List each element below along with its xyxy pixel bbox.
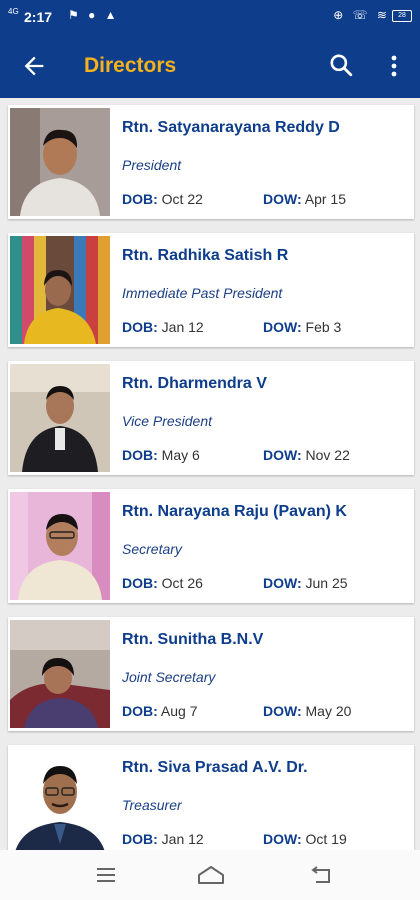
- dob-label: DOB:: [122, 831, 158, 847]
- dob-value: Oct 26: [161, 575, 203, 591]
- director-photo: [10, 492, 110, 600]
- dow-field: DOW: Jun 25: [263, 575, 348, 591]
- dob-label: DOB:: [122, 191, 158, 207]
- dob-value: Oct 22: [161, 191, 203, 207]
- director-card[interactable]: Rtn. Siva Prasad A.V. Dr. Treasurer DOB:…: [8, 745, 414, 850]
- director-card[interactable]: Rtn. Narayana Raju (Pavan) K Secretary D…: [8, 489, 414, 603]
- director-card[interactable]: Rtn. Radhika Satish R Immediate Past Pre…: [8, 233, 414, 347]
- dow-label: DOW:: [263, 191, 302, 207]
- dow-label: DOW:: [263, 575, 302, 591]
- status-bar: 4G 2:17 ⚑ ● ▲ ⊕ ☏ ≋ 28: [0, 0, 420, 34]
- dow-value: Oct 19: [305, 831, 347, 847]
- director-name: Rtn. Dharmendra V: [122, 375, 267, 392]
- dob-field: DOB: Oct 22: [122, 191, 203, 207]
- dow-field: DOW: Feb 3: [263, 319, 341, 335]
- battery-icon: 28: [392, 10, 412, 22]
- dow-label: DOW:: [263, 831, 302, 847]
- dow-value: May 20: [305, 703, 352, 719]
- director-photo: [10, 748, 110, 850]
- dow-label: DOW:: [263, 703, 302, 719]
- dob-value: May 6: [161, 447, 200, 463]
- page-title: Directors: [84, 54, 177, 77]
- dob-field: DOB: Jan 12: [122, 831, 204, 847]
- director-name: Rtn. Satyanarayana Reddy D: [122, 119, 340, 136]
- director-card[interactable]: Rtn. Satyanarayana Reddy D President DOB…: [8, 105, 414, 219]
- director-photo: [10, 364, 110, 472]
- director-role: Vice President: [122, 413, 213, 429]
- director-name: Rtn. Radhika Satish R: [122, 247, 289, 264]
- system-nav-bar: [0, 850, 420, 900]
- dow-field: DOW: Apr 15: [263, 191, 346, 207]
- dob-value: Jan 12: [161, 319, 204, 335]
- director-card[interactable]: Rtn. Dharmendra V Vice President DOB: Ma…: [8, 361, 414, 475]
- dob-field: DOB: May 6: [122, 447, 200, 463]
- dow-label: DOW:: [263, 447, 302, 463]
- more-vert-icon[interactable]: [384, 52, 404, 80]
- director-photo: [10, 620, 110, 728]
- director-role: Treasurer: [122, 797, 182, 813]
- home-icon[interactable]: [196, 864, 226, 886]
- app-bar: Directors: [0, 34, 420, 98]
- dow-field: DOW: Nov 22: [263, 447, 350, 463]
- dob-label: DOB:: [122, 319, 158, 335]
- director-role: President: [122, 157, 182, 173]
- director-card[interactable]: Rtn. Sunitha B.N.V Joint Secretary DOB: …: [8, 617, 414, 731]
- director-name: Rtn. Sunitha B.N.V: [122, 631, 264, 648]
- director-photo: [10, 236, 110, 344]
- dob-label: DOB:: [122, 703, 158, 719]
- dow-value: Apr 15: [304, 191, 346, 207]
- dob-value: Aug 7: [160, 703, 198, 719]
- dob-field: DOB: Oct 26: [122, 575, 203, 591]
- network-type: 4G: [8, 7, 19, 16]
- directors-list[interactable]: Rtn. Satyanarayana Reddy D President DOB…: [0, 98, 420, 850]
- system-icons: ⊕ ☏ ≋: [333, 8, 390, 22]
- director-role: Immediate Past President: [122, 285, 283, 301]
- dow-label: DOW:: [263, 319, 302, 335]
- dob-label: DOB:: [122, 447, 158, 463]
- director-role: Secretary: [122, 541, 182, 557]
- dow-value: Feb 3: [305, 319, 342, 335]
- director-photo: [10, 108, 110, 216]
- dob-label: DOB:: [122, 575, 158, 591]
- dow-field: DOW: May 20: [263, 703, 351, 719]
- menu-icon[interactable]: [94, 864, 118, 886]
- dob-field: DOB: Jan 12: [122, 319, 204, 335]
- search-icon[interactable]: [328, 52, 354, 78]
- director-name: Rtn. Narayana Raju (Pavan) K: [122, 503, 347, 520]
- dow-value: Nov 22: [305, 447, 350, 463]
- dob-field: DOB: Aug 7: [122, 703, 198, 719]
- back-icon[interactable]: [308, 864, 334, 886]
- arrow-left-icon[interactable]: [20, 52, 48, 80]
- dow-field: DOW: Oct 19: [263, 831, 347, 847]
- notification-icons: ⚑ ● ▲: [68, 8, 120, 22]
- director-name: Rtn. Siva Prasad A.V. Dr.: [122, 759, 308, 776]
- status-time: 2:17: [24, 9, 53, 25]
- director-role: Joint Secretary: [122, 669, 216, 685]
- dow-value: Jun 25: [305, 575, 348, 591]
- dob-value: Jan 12: [161, 831, 204, 847]
